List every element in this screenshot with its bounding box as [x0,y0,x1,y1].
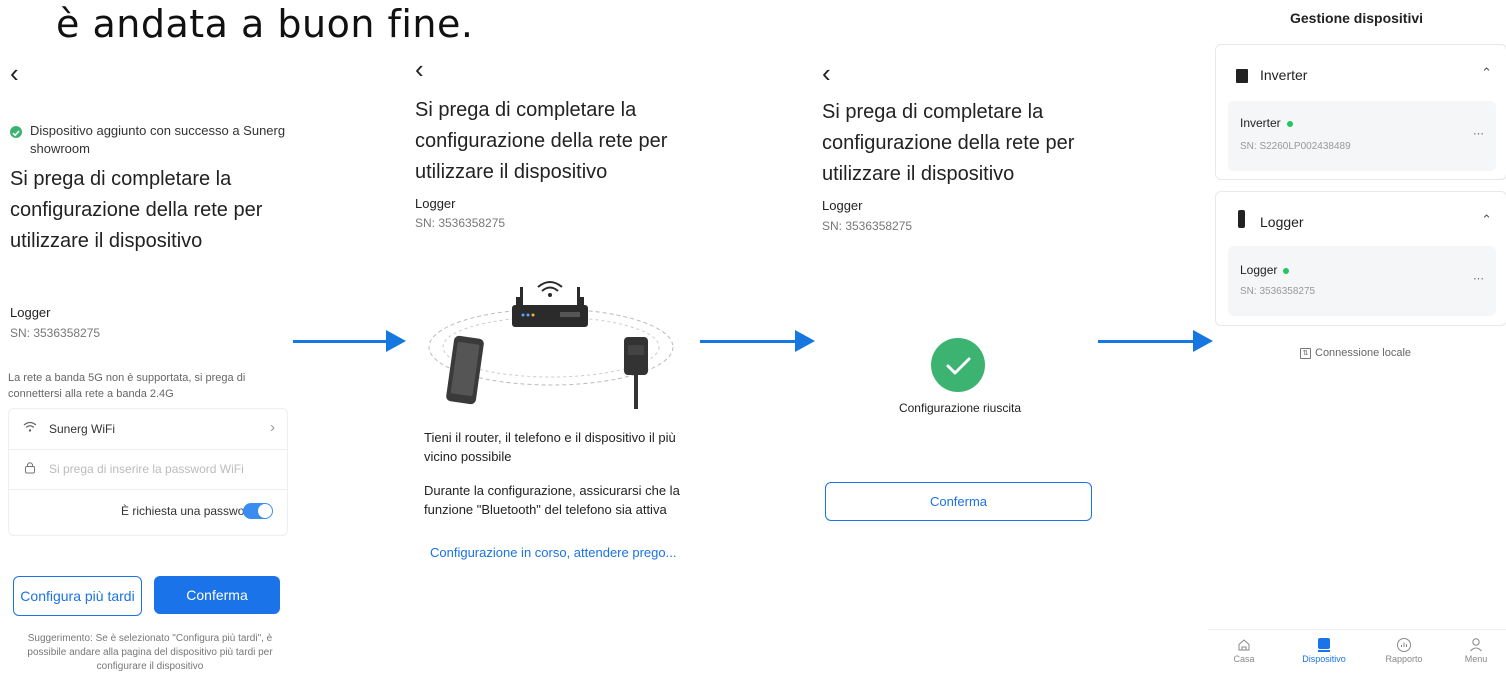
success-check-icon [10,126,22,138]
configure-later-button[interactable]: Configura più tardi [13,576,142,616]
wifi-icon [23,421,37,436]
success-message: Dispositivo aggiunto con successo a Sune… [30,123,286,156]
device-group-logger: Logger ⌃ Logger SN: 3536358275 ⋯ [1215,191,1506,326]
nav-menu[interactable]: Menu [1446,636,1506,664]
home-icon [1214,636,1274,654]
back-button[interactable]: ‹ [415,56,424,82]
confirm-button[interactable]: Conferma [825,482,1092,521]
collapse-icon[interactable]: ⌃ [1481,212,1492,228]
page-title: Si prega di completare la configurazione… [822,101,1075,185]
device-name: Logger [415,196,456,211]
password-required-label: È richiesta una password? [121,504,262,518]
password-field[interactable]: Si prega di inserire la password WiFi [9,449,287,490]
device-name: Inverter [1240,116,1293,130]
confirm-button[interactable]: Conferma [154,576,280,614]
user-icon [1446,636,1506,654]
device-card[interactable]: Logger SN: 3536358275 ⋯ [1228,246,1496,316]
flow-arrow [700,330,815,352]
nav-report[interactable]: Rapporto [1374,636,1434,664]
band-note: La rete a banda 5G non è supportata, si … [8,372,246,400]
device-sn: SN: 3536358275 [10,326,101,340]
online-status-dot [1283,267,1290,274]
progress-text: Configurazione in corso, attendere prego… [430,545,677,560]
device-icon [1294,636,1354,654]
back-button[interactable]: ‹ [10,60,19,86]
page-heading: è andata a buon fine. [56,2,474,46]
wifi-select[interactable]: Sunerg WiFi › [9,409,287,450]
local-connection-icon: ⇅ [1300,347,1311,359]
wifi-form: Sunerg WiFi › Si prega di inserire la pa… [8,408,288,536]
online-status-dot [1286,120,1293,127]
page-title: Gestione dispositivi [1290,10,1424,26]
chevron-right-icon: › [270,419,275,436]
device-group-inverter: Inverter ⌃ Inverter SN: S2260LP002438489… [1215,44,1506,180]
device-card[interactable]: Inverter SN: S2260LP002438489 ⋯ [1228,101,1496,171]
back-button[interactable]: ‹ [822,60,831,86]
local-connection-link[interactable]: ⇅ Connessione locale [1300,347,1411,359]
flow-arrow [293,330,406,352]
logger-icon [1238,210,1245,228]
device-sn: SN: 3536358275 [822,219,913,233]
tip-proximity: Tieni il router, il telefono e il dispos… [424,430,676,464]
wifi-name: Sunerg WiFi [49,422,116,436]
password-required-toggle[interactable] [243,503,273,519]
device-name: Logger [1240,263,1290,277]
device-sn: SN: S2260LP002438489 [1240,141,1351,152]
device-name: Logger [822,198,863,213]
lock-icon [24,461,36,477]
flow-arrow [1098,330,1213,352]
more-icon[interactable]: ⋯ [1473,127,1484,140]
success-check-icon [931,338,985,392]
hint-text: Suggerimento: Se è selezionato "Configur… [27,633,273,672]
nav-home[interactable]: Casa [1214,636,1274,664]
password-required-row: È richiesta una password? [9,489,287,533]
nav-device[interactable]: Dispositivo [1294,636,1354,664]
more-icon[interactable]: ⋯ [1473,272,1484,285]
report-icon [1374,636,1434,654]
tip-bluetooth: Durante la configurazione, assicurarsi c… [424,483,680,517]
page-title: Si prega di completare la configurazione… [10,168,263,252]
device-sn: SN: 3536358275 [415,216,506,230]
group-name: Logger [1260,214,1304,230]
page-title: Si prega di completare la configurazione… [415,99,668,183]
config-illustration [420,275,682,415]
inverter-icon [1236,69,1248,83]
collapse-icon[interactable]: ⌃ [1481,65,1492,81]
device-name: Logger [10,305,51,320]
status-text: Configurazione riuscita [898,401,1022,415]
group-name: Inverter [1260,67,1308,83]
nav-divider [1208,629,1506,630]
device-sn: SN: 3536358275 [1240,286,1316,297]
password-placeholder: Si prega di inserire la password WiFi [49,462,244,476]
